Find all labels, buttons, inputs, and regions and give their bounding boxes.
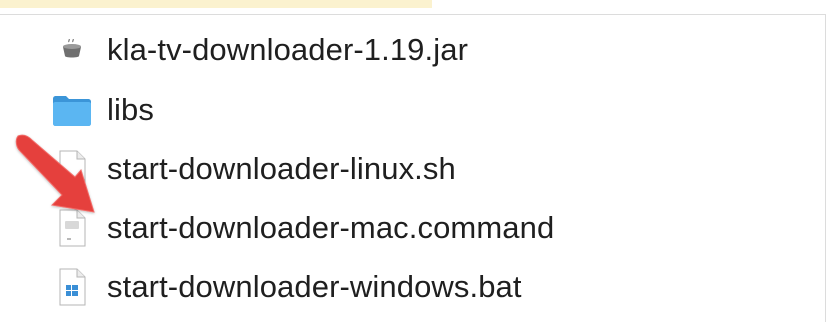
file-row-libs-folder[interactable]: libs bbox=[0, 80, 826, 139]
file-name: start-downloader-windows.bat bbox=[107, 268, 522, 304]
file-row-linux-sh[interactable]: start-downloader-linux.sh bbox=[0, 139, 826, 198]
file-row-windows-bat[interactable]: start-downloader-windows.bat bbox=[0, 257, 826, 316]
file-list-panel: kla-tv-downloader-1.19.jar libs start-do… bbox=[0, 8, 832, 322]
file-row-mac-command[interactable]: start-downloader-mac.command bbox=[0, 198, 826, 257]
file-row-jar[interactable]: kla-tv-downloader-1.19.jar bbox=[0, 20, 826, 80]
document-icon bbox=[50, 147, 94, 191]
file-list: kla-tv-downloader-1.19.jar libs start-do… bbox=[0, 20, 826, 316]
file-name: kla-tv-downloader-1.19.jar bbox=[107, 32, 468, 67]
jar-icon bbox=[50, 28, 94, 72]
file-name: start-downloader-linux.sh bbox=[107, 150, 456, 186]
file-name: libs bbox=[107, 91, 154, 127]
folder-icon bbox=[50, 88, 94, 132]
windows-document-icon bbox=[50, 265, 94, 309]
terminal-document-icon bbox=[50, 206, 94, 250]
finder-screen: kla-tv-downloader-1.19.jar libs start-do… bbox=[0, 0, 832, 322]
file-name: start-downloader-mac.command bbox=[107, 209, 555, 245]
